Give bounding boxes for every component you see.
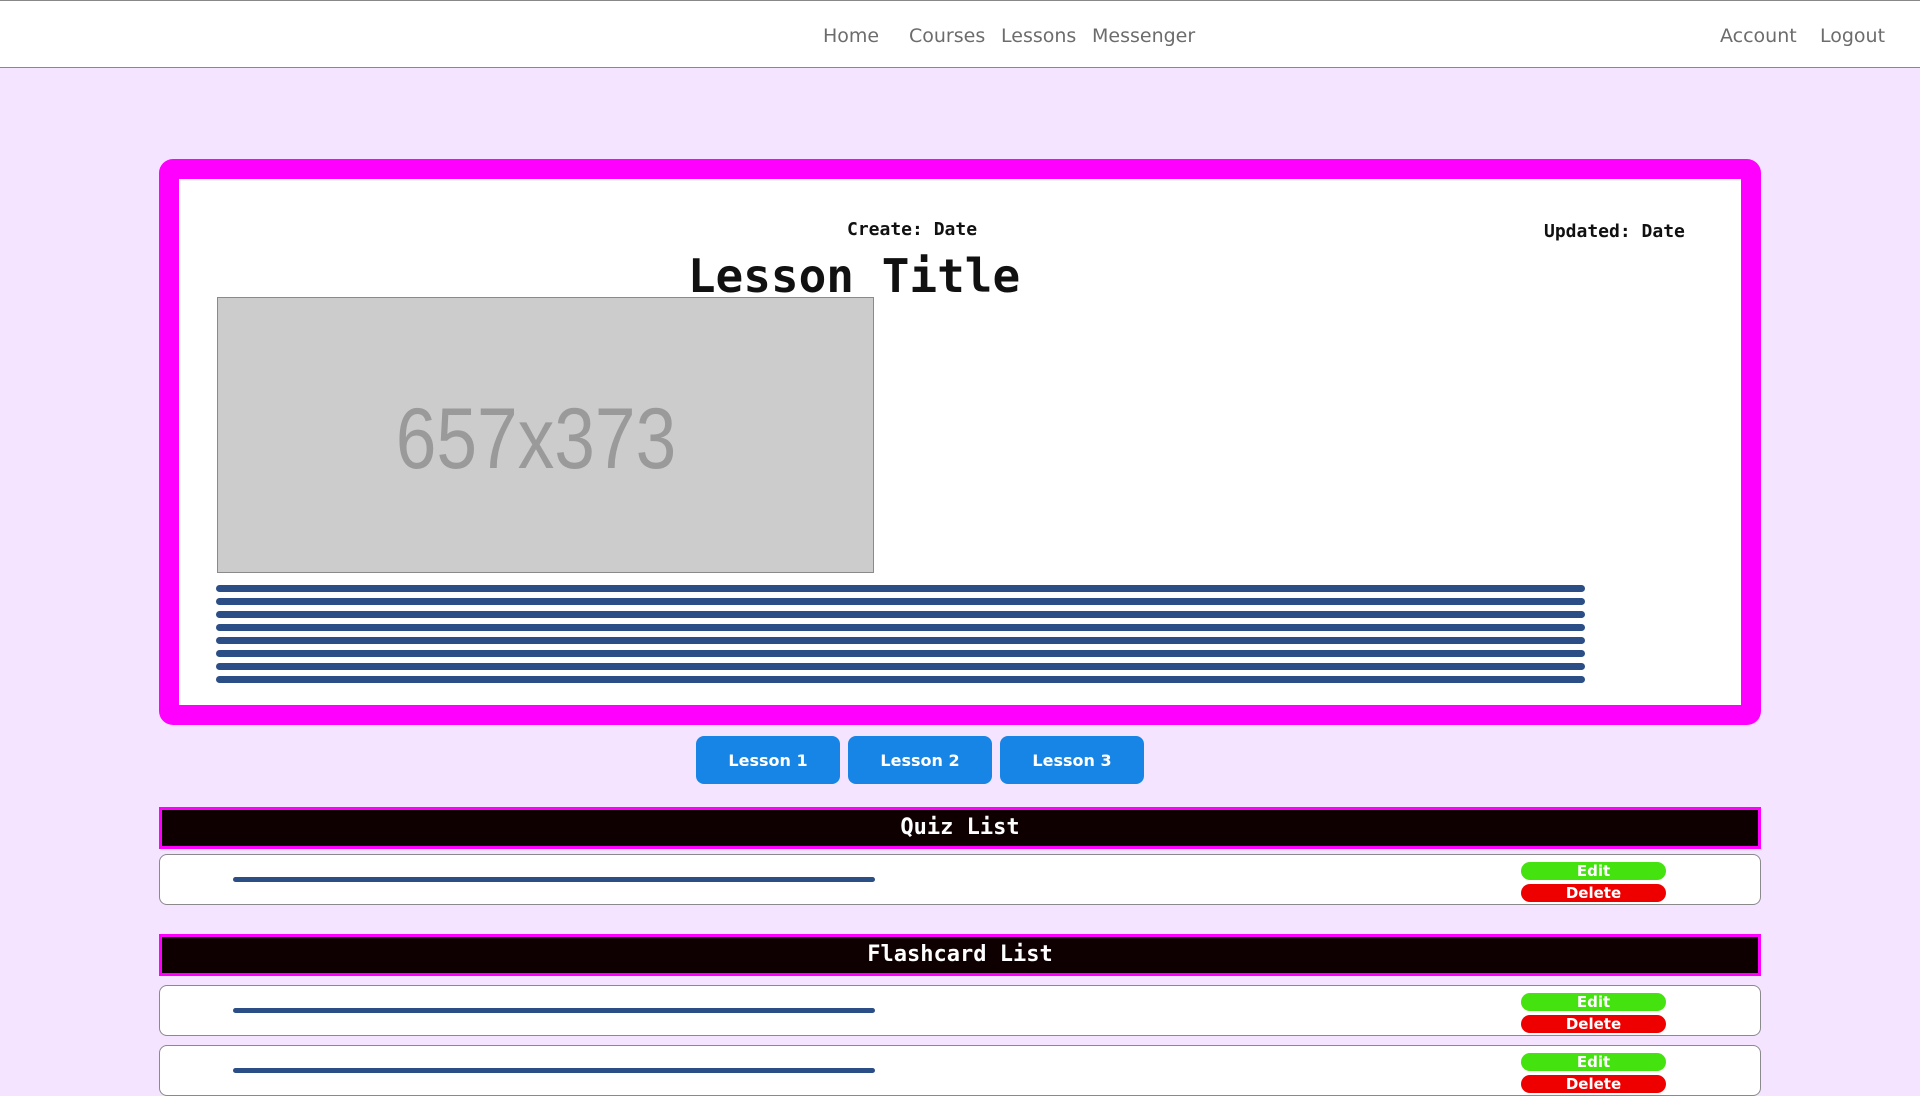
text-line [216,624,1585,631]
text-line [216,676,1585,683]
flashcard-edit-button[interactable]: Edit [1521,993,1666,1011]
quiz-delete-button[interactable]: Delete [1521,884,1666,902]
lesson-card: Create: Date Updated: Date Lesson Title … [159,159,1761,725]
lesson-3-button[interactable]: Lesson 3 [1000,736,1144,784]
quiz-list-item: Edit Delete [159,854,1761,905]
nav-lessons-link[interactable]: Lessons [1001,25,1076,47]
quiz-list-header: Quiz List [159,807,1761,849]
updated-date: Updated: Date [1544,221,1685,242]
nav-home-link[interactable]: Home [823,25,879,47]
nav-messenger-link[interactable]: Messenger [1092,25,1195,47]
text-line [216,663,1585,670]
flashcard-item-title-line [233,1008,875,1013]
image-placeholder-label: 657x373 [395,390,676,487]
lesson-body-text [216,585,1585,689]
nav-account-link[interactable]: Account [1720,25,1797,47]
text-line [216,585,1585,592]
flashcard-delete-button[interactable]: Delete [1521,1075,1666,1093]
flashcard-list-header: Flashcard List [159,934,1761,976]
nav-courses-link[interactable]: Courses [909,25,985,47]
text-line [216,650,1585,657]
text-line [216,598,1585,605]
created-date: Create: Date [847,219,978,240]
text-line [216,611,1585,618]
lesson-title: Lesson Title [687,249,1021,303]
quiz-item-title-line [233,877,875,882]
flashcard-delete-button[interactable]: Delete [1521,1015,1666,1033]
text-line [216,637,1585,644]
flashcard-item-title-line [233,1068,875,1073]
flashcard-list-item: Edit Delete [159,985,1761,1036]
lesson-2-button[interactable]: Lesson 2 [848,736,992,784]
flashcard-list-item: Edit Delete [159,1045,1761,1096]
lesson-1-button[interactable]: Lesson 1 [696,736,840,784]
top-navbar: Home Courses Lessons Messenger Account L… [0,0,1920,68]
lesson-image-placeholder: 657x373 [217,297,874,573]
flashcard-edit-button[interactable]: Edit [1521,1053,1666,1071]
nav-logout-link[interactable]: Logout [1820,25,1885,47]
quiz-edit-button[interactable]: Edit [1521,862,1666,880]
